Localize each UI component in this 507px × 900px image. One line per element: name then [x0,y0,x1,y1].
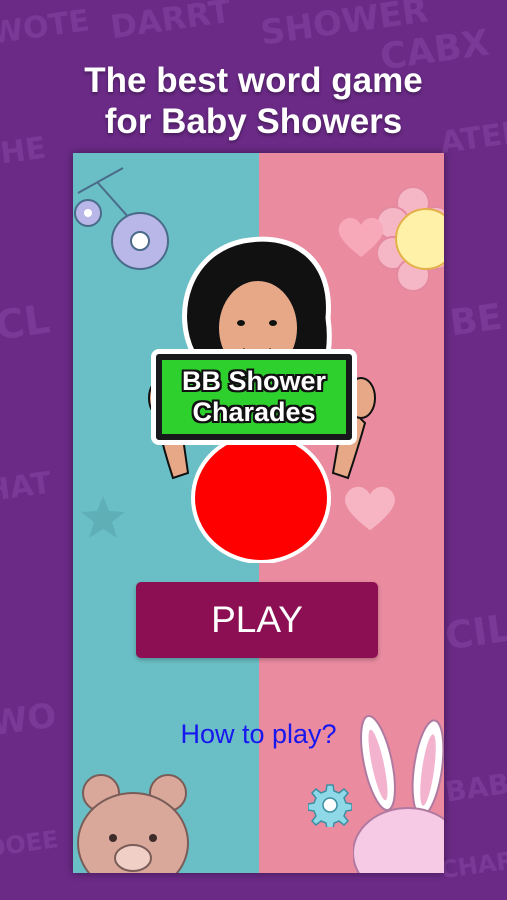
logo-sign: BB Shower Charades [151,349,357,445]
teddy-bear-decoration [77,774,189,873]
headline-line-1: The best word game [84,61,423,100]
headline-line-2: for Baby Showers [104,102,403,141]
star-decoration [81,496,125,538]
bunny-decoration [353,714,444,873]
logo-title-line-1: BB Shower [181,366,327,396]
play-button[interactable]: PLAY [136,582,378,658]
gear-icon[interactable] [308,783,352,827]
logo-sign-face: BB Shower Charades [162,360,346,434]
app-screen: BB Shower Charades PLAY How to play? [73,153,444,873]
logo-title-line-2: Charades [192,397,316,427]
headline: The best word game for Baby Showers [0,60,507,142]
